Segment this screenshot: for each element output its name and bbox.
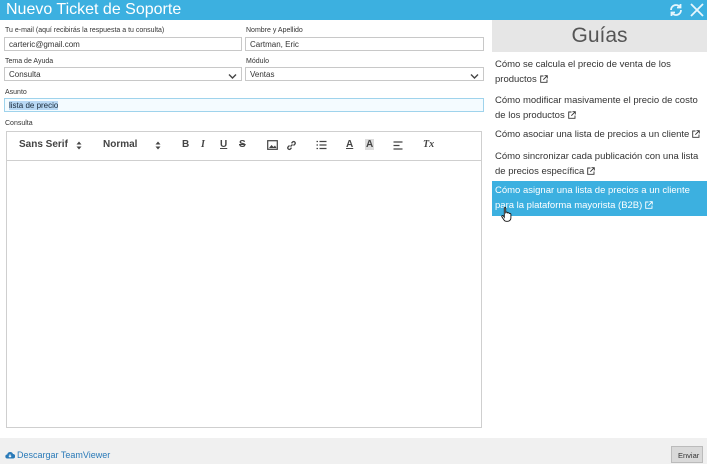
chevron-down-icon (228, 71, 237, 80)
guides-title: Guías (492, 20, 707, 52)
tema-value: Consulta (9, 70, 41, 79)
bold-button[interactable]: B (182, 139, 189, 150)
modulo-select[interactable]: Ventas (245, 67, 484, 81)
modulo-value: Ventas (250, 70, 275, 79)
external-link-icon (539, 74, 548, 89)
asunto-field[interactable]: lista de precio (4, 98, 484, 112)
consulta-editor: Sans Serif Normal B I U S A A Tx (6, 131, 482, 428)
email-label: Tu e-mail (aquí recibirás la respuesta a… (5, 27, 165, 34)
email-value: carteric@gmail.com (9, 40, 80, 49)
strike-button[interactable]: S (239, 139, 246, 150)
consulta-textarea[interactable] (7, 160, 481, 427)
nombre-value: Cartman, Eric (250, 40, 299, 49)
footer-bar: Descargar TeamViewer Enviar (0, 438, 707, 464)
size-picker-arrows-icon[interactable] (155, 141, 161, 150)
guides-sidebar: Guías Cómo se calcula el precio de venta… (492, 20, 707, 438)
size-picker[interactable]: Normal (103, 139, 137, 150)
font-picker[interactable]: Sans Serif (19, 139, 68, 150)
italic-button[interactable]: I (201, 139, 205, 150)
tema-select[interactable]: Consulta (4, 67, 242, 81)
ticket-form: Tu e-mail (aquí recibirás la respuesta a… (0, 20, 492, 438)
guide-label: Cómo modificar masivamente el precio de … (495, 95, 698, 121)
font-picker-arrows-icon[interactable] (76, 141, 82, 150)
teamviewer-label: Descargar TeamViewer (17, 450, 111, 460)
underline-button[interactable]: U (220, 139, 227, 150)
size-value: Normal (103, 139, 138, 150)
background-color-button[interactable]: A (365, 139, 375, 150)
cloud-download-icon (5, 451, 16, 459)
teamviewer-link[interactable]: Descargar TeamViewer (5, 450, 110, 460)
asunto-label: Asunto (5, 89, 27, 96)
guide-label: Cómo sincronizar cada publicación con un… (495, 151, 699, 177)
clear-format-button[interactable]: Tx (423, 139, 434, 150)
send-button[interactable]: Enviar (671, 446, 703, 463)
external-link-icon (692, 129, 701, 144)
window-title: Nuevo Ticket de Soporte (6, 1, 182, 18)
guide-label: Cómo asignar una lista de precios a un c… (495, 185, 690, 211)
guide-link-2[interactable]: Cómo modificar masivamente el precio de … (492, 94, 707, 124)
close-icon[interactable] (689, 2, 705, 18)
link-icon[interactable] (286, 140, 297, 151)
nombre-field[interactable]: Cartman, Eric (245, 37, 484, 51)
tema-label: Tema de Ayuda (5, 58, 54, 65)
guide-label: Cómo se calcula el precio de venta de lo… (495, 59, 671, 85)
title-bar: Nuevo Ticket de Soporte (0, 0, 707, 20)
modulo-label: Módulo (246, 58, 269, 65)
guide-label: Cómo asociar una lista de precios a un c… (495, 129, 690, 140)
text-color-button[interactable]: A (346, 139, 353, 150)
external-link-icon (645, 200, 654, 215)
align-icon[interactable] (393, 141, 404, 150)
editor-toolbar: Sans Serif Normal B I U S A A Tx (7, 132, 481, 161)
chevron-down-icon (470, 71, 479, 80)
email-field[interactable]: carteric@gmail.com (4, 37, 242, 51)
external-link-icon (587, 166, 595, 181)
asunto-value: lista de precio (9, 101, 59, 110)
external-link-icon (567, 110, 576, 125)
consulta-label: Consulta (5, 120, 33, 127)
image-icon[interactable] (267, 140, 278, 150)
hand-cursor-icon (501, 206, 513, 227)
font-value: Sans Serif (19, 139, 68, 150)
refresh-icon[interactable] (668, 2, 684, 18)
guide-link-1[interactable]: Cómo se calcula el precio de venta de lo… (492, 58, 707, 88)
nombre-label: Nombre y Apellido (246, 27, 303, 34)
guide-link-4[interactable]: Cómo sincronizar cada publicación con un… (492, 150, 707, 180)
list-icon[interactable] (316, 140, 327, 150)
guide-link-3[interactable]: Cómo asociar una lista de precios a un c… (492, 128, 707, 144)
guide-link-5[interactable]: Cómo asignar una lista de precios a un c… (492, 181, 707, 216)
